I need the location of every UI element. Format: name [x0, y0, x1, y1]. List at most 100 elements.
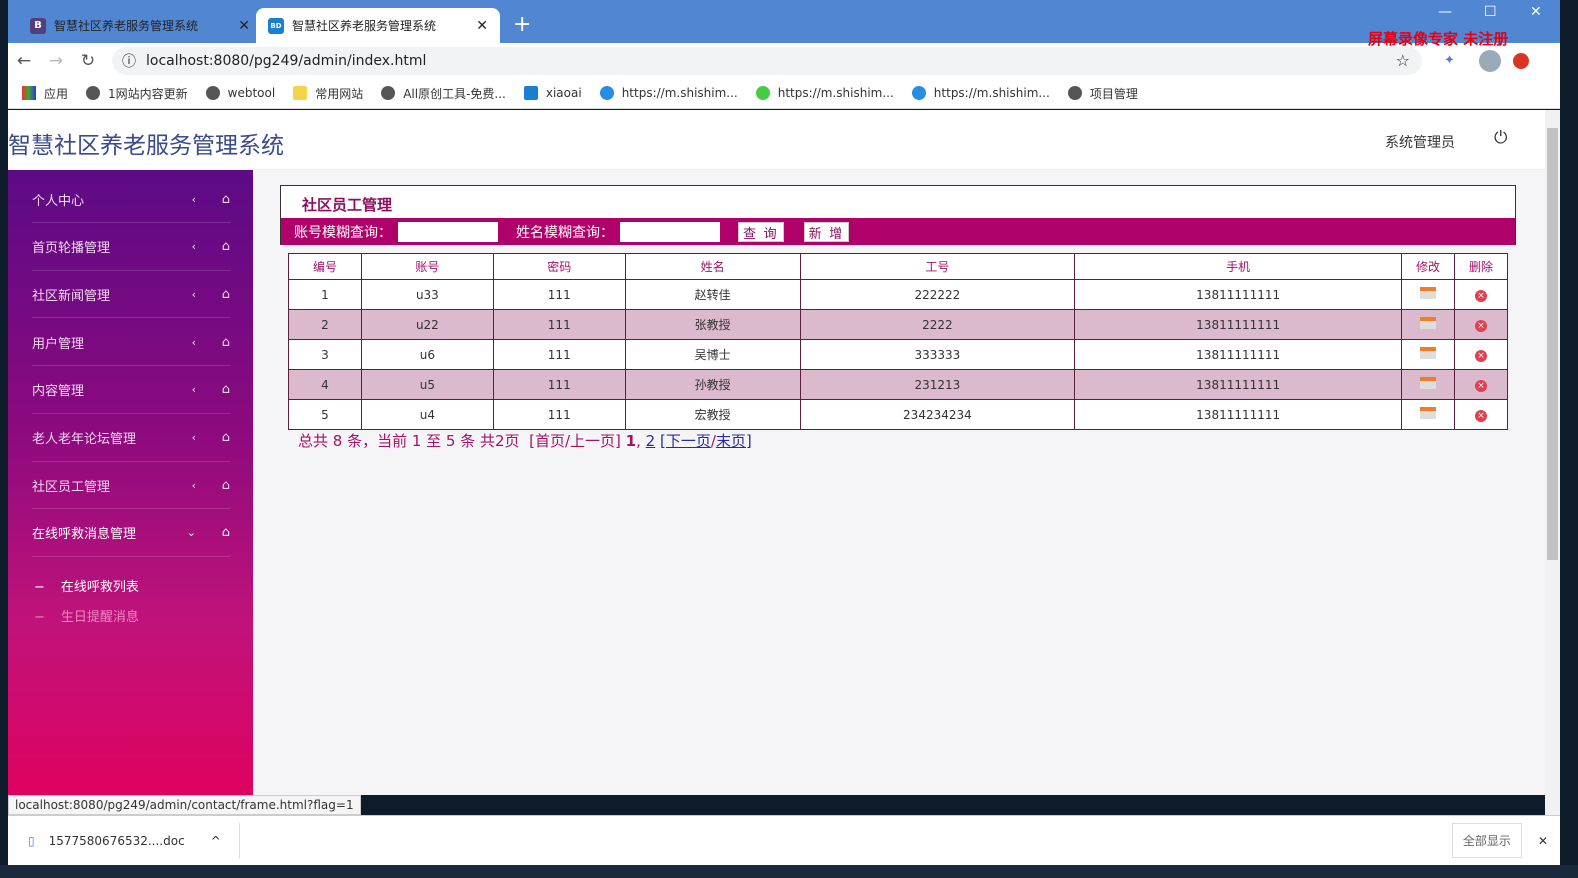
bookmark[interactable]: 项目管理	[1067, 85, 1138, 102]
bookmark[interactable]: All原创工具-免费...	[381, 85, 506, 102]
chevron-up-icon[interactable]: ^	[211, 822, 240, 859]
forward-button[interactable]: →	[40, 51, 72, 71]
app-header: 智慧社区养老服务管理系统 系统管理员 ⏻	[8, 110, 1545, 170]
bookmark-label: webtool	[227, 86, 276, 100]
pager-summary: 总共 8 条，当前 1 至 5 条 共2页	[298, 432, 520, 450]
bookmark[interactable]: https://m.shishim...	[755, 86, 894, 100]
globe-icon	[205, 86, 220, 100]
minimize-button[interactable]: —	[1438, 4, 1452, 20]
table-cell: 宏教授	[624, 399, 801, 430]
dash-icon: −	[34, 580, 45, 595]
back-button[interactable]: ←	[8, 51, 40, 71]
maximize-button[interactable]: ☐	[1484, 4, 1497, 20]
table-header: 编号 账号 密码 姓名 工号 手机 修改 删除	[288, 253, 1509, 280]
close-icon[interactable]: ✕	[476, 18, 488, 34]
wechat-icon	[755, 86, 770, 100]
table-cell: 111	[492, 309, 626, 340]
url-input[interactable]: ⓘ localhost:8080/pg249/admin/index.html …	[112, 46, 1422, 75]
delete-cell: ×	[1453, 309, 1509, 340]
home-icon: ⌂	[221, 334, 230, 350]
bookmark[interactable]: https://m.shishim...	[599, 86, 738, 100]
extension-icon[interactable]: ✦	[1444, 53, 1455, 68]
edit-icon[interactable]	[1420, 407, 1436, 419]
next-page-link[interactable]: [下一页	[660, 432, 711, 450]
chevron-left-icon: ‹	[191, 335, 196, 349]
bookmark[interactable]: https://m.shishim...	[911, 86, 1050, 100]
download-file[interactable]: 1577580676532....doc	[49, 834, 185, 848]
delete-icon[interactable]: ×	[1474, 410, 1487, 422]
bookmark[interactable]: webtool	[205, 86, 276, 100]
bookmark[interactable]: xiaoai	[523, 86, 582, 100]
page-2-link[interactable]: 2	[646, 432, 656, 450]
management-panel: 社区员工管理 账号模糊查询： 姓名模糊查询： 查 询 新 增	[280, 185, 1516, 245]
home-icon: ⌂	[221, 477, 230, 493]
address-bar: ← → ↻ ⓘ localhost:8080/pg249/admin/index…	[8, 43, 1560, 78]
watermark: 屏幕录像专家 未注册	[1368, 30, 1509, 48]
home-icon: ⌂	[221, 191, 230, 207]
delete-cell: ×	[1453, 399, 1509, 430]
edit-cell	[1401, 339, 1455, 370]
search-button[interactable]: 查 询	[738, 221, 784, 242]
delete-icon[interactable]: ×	[1474, 320, 1487, 332]
bookmark-label: 常用网站	[315, 86, 364, 101]
edit-cell	[1401, 309, 1455, 340]
sidebar-item-label: 个人中心	[32, 193, 85, 209]
user-name[interactable]: 系统管理员	[1385, 132, 1455, 152]
download-bar: ▯ 1577580676532....doc ^ 全部显示 ✕	[8, 815, 1560, 865]
edit-icon[interactable]	[1420, 287, 1436, 299]
sidebar-item[interactable]: 社区新闻管理 ‹ ⌂	[32, 271, 230, 319]
bookmark[interactable]: 1网站内容更新	[86, 85, 188, 102]
tab-1[interactable]: B 智慧社区养老服务管理系统 ✕	[18, 8, 262, 43]
sidebar-item[interactable]: 内容管理 ‹ ⌂	[32, 367, 230, 414]
scrollbar-thumb[interactable]	[1547, 128, 1558, 560]
reload-button[interactable]: ↻	[72, 51, 104, 71]
power-icon[interactable]: ⏻	[1494, 128, 1507, 148]
edit-icon[interactable]	[1420, 347, 1436, 359]
delete-icon[interactable]: ×	[1474, 350, 1487, 362]
table-cell: 1	[288, 279, 362, 310]
close-window-button[interactable]: ✕	[1530, 4, 1542, 20]
scrollbar[interactable]	[1545, 110, 1560, 815]
sidebar-item[interactable]: 在线呼救消息管理 ⌄ ⌂	[32, 510, 230, 557]
table-cell: 111	[492, 369, 626, 400]
sidebar-item[interactable]: 老人老年论坛管理 ‹ ⌂	[32, 415, 230, 462]
sidebar-item[interactable]: 首页轮播管理 ‹ ⌂	[32, 224, 230, 271]
add-button[interactable]: 新 增	[803, 221, 850, 242]
last-page-link[interactable]: 末页]	[716, 432, 752, 450]
table-cell: 13811111111	[1074, 309, 1403, 340]
delete-icon[interactable]: ×	[1474, 380, 1487, 392]
bookmark[interactable]: 常用网站	[293, 85, 363, 102]
avatar[interactable]	[1478, 49, 1501, 72]
update-icon[interactable]	[1512, 52, 1529, 69]
c-icon	[911, 86, 926, 100]
info-icon: ⓘ	[122, 53, 136, 70]
delete-cell: ×	[1453, 369, 1509, 400]
bootstrap-icon: B	[30, 17, 46, 34]
sidebar-subitem[interactable]: − 在线呼救列表	[34, 576, 155, 595]
sidebar-item[interactable]: 用户管理 ‹ ⌂	[32, 319, 230, 367]
table-cell: 2222	[799, 309, 1076, 340]
tab-2[interactable]: BD 智慧社区养老服务管理系统 ✕	[256, 8, 500, 43]
star-icon[interactable]: ☆	[1396, 51, 1410, 70]
table-cell: 赵转佳	[624, 279, 801, 310]
delete-icon[interactable]: ×	[1474, 290, 1487, 302]
table-cell: 张教授	[624, 309, 801, 340]
close-icon[interactable]: ✕	[1538, 834, 1548, 848]
delete-cell: ×	[1453, 279, 1509, 310]
table-row: 2 u22 111 张教授 2222 13811111111 ×	[288, 309, 1509, 340]
close-icon[interactable]: ✕	[238, 18, 250, 34]
new-tab-button[interactable]: +	[513, 12, 531, 37]
sidebar-item[interactable]: 社区员工管理 ‹ ⌂	[32, 462, 230, 510]
show-all-button[interactable]: 全部显示	[1451, 823, 1522, 858]
edit-icon[interactable]	[1420, 377, 1436, 389]
name-search-input[interactable]	[620, 221, 720, 242]
sidebar-subitem[interactable]: − 生日提醒消息	[34, 606, 155, 625]
sidebar-item[interactable]: 个人中心 ‹ ⌂	[32, 176, 230, 223]
edit-cell	[1401, 369, 1455, 400]
table-cell: 5	[288, 399, 362, 430]
bookmark-apps[interactable]: 应用	[22, 85, 68, 102]
table-cell: u33	[360, 279, 494, 310]
table-cell: 3	[288, 339, 362, 370]
account-search-input[interactable]	[398, 221, 498, 242]
edit-icon[interactable]	[1420, 317, 1436, 329]
